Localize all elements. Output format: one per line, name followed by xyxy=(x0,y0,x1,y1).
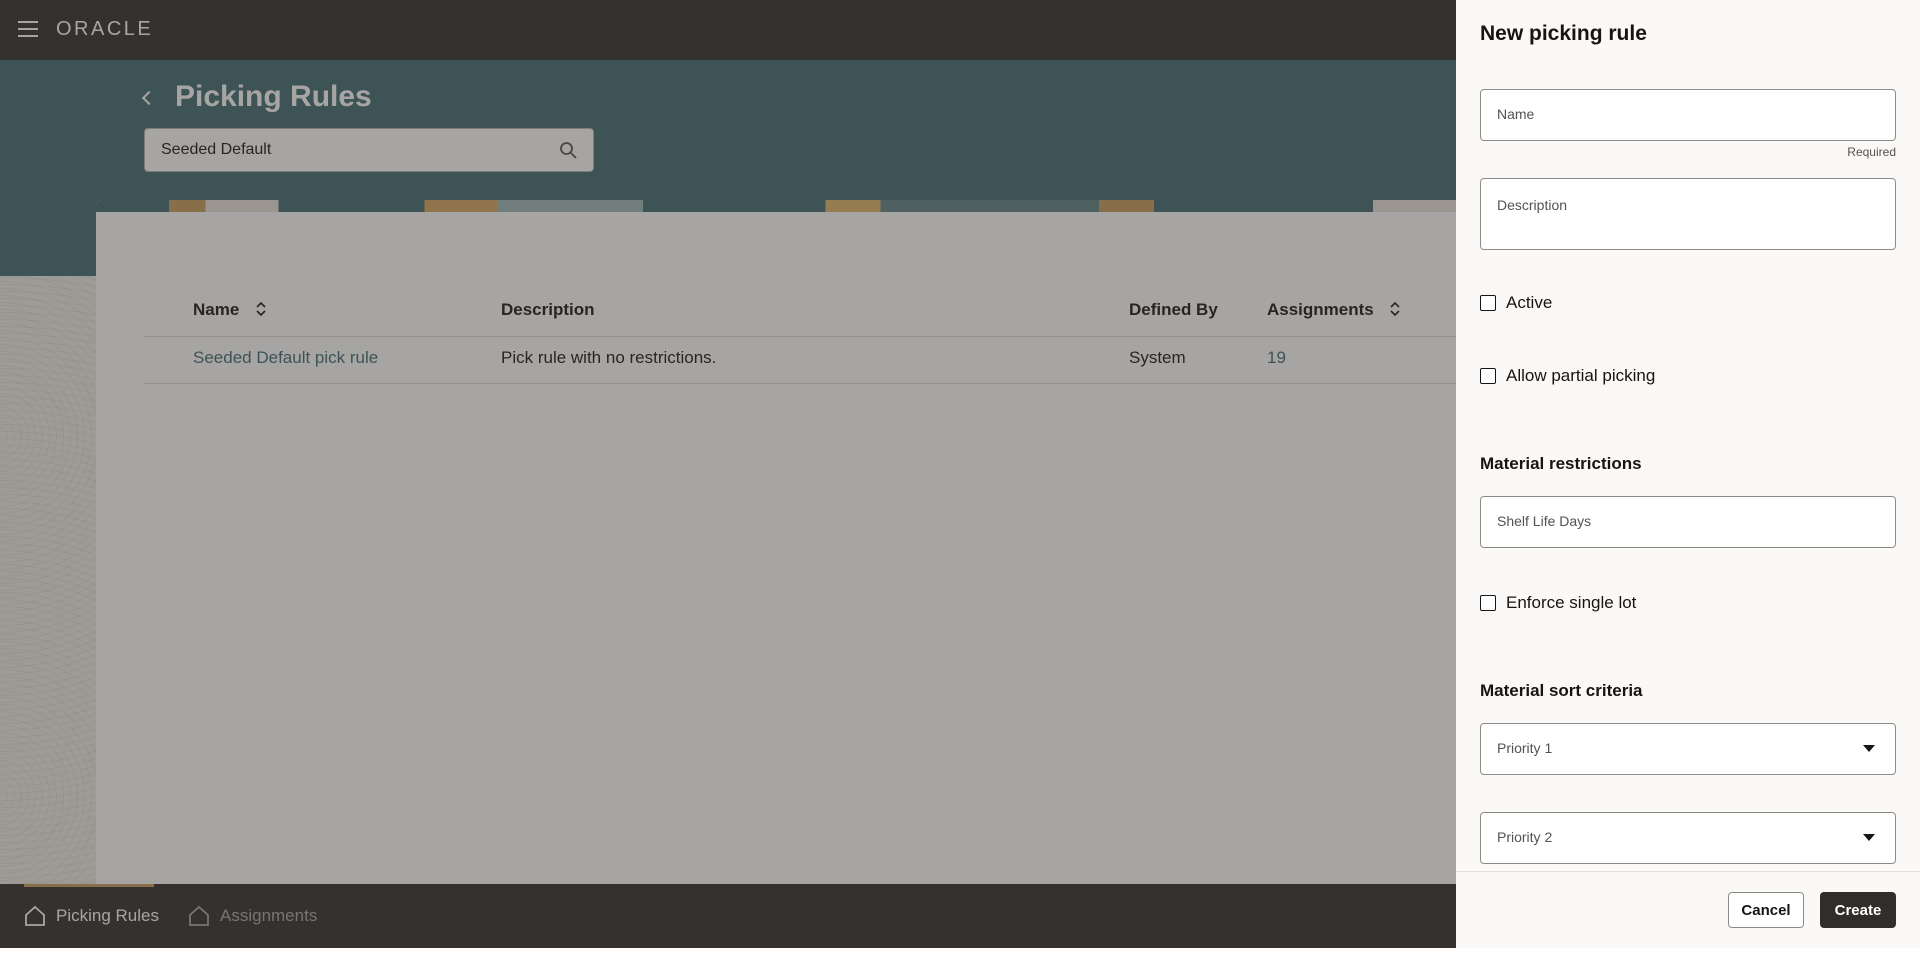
drawer-title: New picking rule xyxy=(1480,22,1647,45)
priority-1-label: Priority 1 xyxy=(1497,740,1553,756)
active-checkbox[interactable] xyxy=(1480,295,1496,311)
active-checkbox-label: Active xyxy=(1506,293,1553,312)
partial-picking-label: Allow partial picking xyxy=(1506,366,1656,385)
single-lot-label: Enforce single lot xyxy=(1506,593,1637,612)
description-field[interactable]: Description xyxy=(1480,178,1896,250)
drawer-footer-divider xyxy=(1456,871,1920,872)
required-hint: Required xyxy=(1847,145,1896,159)
modal-overlay[interactable] xyxy=(0,0,1456,948)
name-field-label: Name xyxy=(1497,106,1535,122)
caret-down-icon[interactable] xyxy=(1863,834,1875,841)
caret-down-icon[interactable] xyxy=(1863,745,1875,752)
material-sort-criteria-heading: Material sort criteria xyxy=(1480,681,1643,700)
name-field[interactable]: Name xyxy=(1480,89,1896,141)
new-picking-rule-drawer: New picking rule Name Required Descripti… xyxy=(1456,0,1920,948)
partial-picking-checkbox[interactable] xyxy=(1480,368,1496,384)
priority-2-label: Priority 2 xyxy=(1497,829,1553,845)
shelf-life-days-label: Shelf Life Days xyxy=(1497,513,1592,529)
priority-2-select[interactable]: Priority 2 xyxy=(1480,812,1896,864)
description-field-label: Description xyxy=(1497,197,1568,213)
single-lot-checkbox-row[interactable]: Enforce single lot xyxy=(1480,593,1636,613)
shelf-life-days-field[interactable]: Shelf Life Days xyxy=(1480,496,1896,548)
priority-1-select[interactable]: Priority 1 xyxy=(1480,723,1896,775)
bottom-strip xyxy=(0,948,1920,968)
single-lot-checkbox[interactable] xyxy=(1480,595,1496,611)
active-checkbox-row[interactable]: Active xyxy=(1480,293,1552,313)
cancel-button[interactable]: Cancel xyxy=(1728,892,1804,928)
create-button[interactable]: Create xyxy=(1820,892,1896,928)
material-restrictions-heading: Material restrictions xyxy=(1480,454,1642,473)
partial-picking-checkbox-row[interactable]: Allow partial picking xyxy=(1480,366,1655,386)
